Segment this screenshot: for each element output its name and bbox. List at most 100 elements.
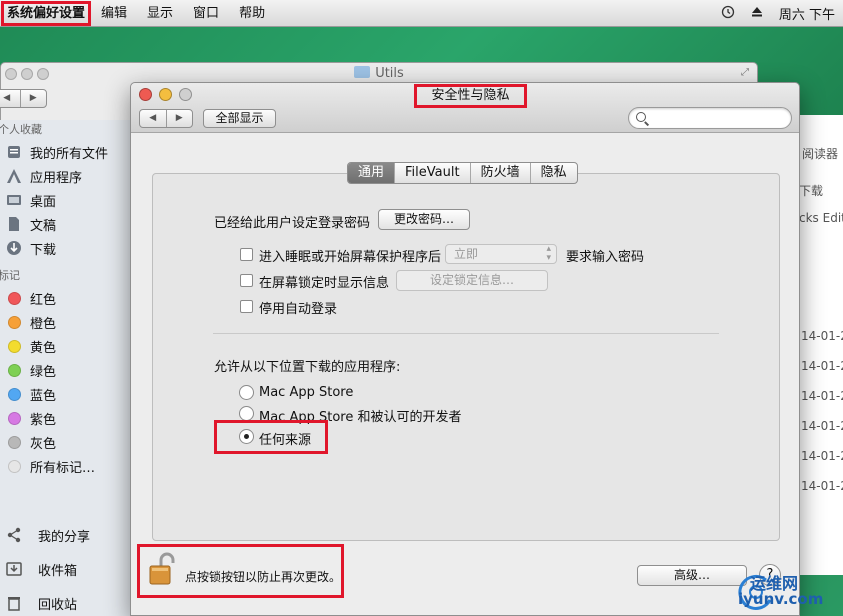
require-password-label: 进入睡眠或开始屏幕保护程序后 [259, 250, 442, 265]
sidebar-item-tag[interactable]: 橙色 [0, 310, 130, 334]
sidebar-item-tag[interactable]: 绿色 [0, 358, 130, 382]
sidebar-item-desktop[interactable]: 桌面 [0, 188, 130, 212]
folder-icon [354, 66, 371, 78]
sidebar-item-label: 回收站 [38, 597, 78, 613]
right-col-date: 14-01-25 [801, 479, 843, 493]
right-col-date: 14-01-25 [801, 449, 843, 463]
menu-help[interactable]: 帮助 [229, 0, 275, 27]
forward-icon[interactable]: ▶ [21, 90, 47, 107]
finder-zoom-button[interactable] [37, 68, 49, 80]
finder-minimize-button[interactable] [21, 68, 33, 80]
favorites-header: 个人收藏 [0, 123, 42, 136]
sidebar-item-tag[interactable]: 红色 [0, 286, 130, 310]
tab-general[interactable]: 通用 [348, 163, 396, 183]
require-password-suffix: 要求输入密码 [566, 250, 645, 265]
finder-close-button[interactable] [5, 68, 17, 80]
desktop-icon [6, 192, 22, 208]
sidebar-item-applications[interactable]: 应用程序 [0, 164, 130, 188]
advanced-button[interactable]: 高级… [637, 565, 747, 586]
watermark-line2: iyunv.com [738, 590, 824, 608]
sidebar-item-tag[interactable]: 紫色 [0, 406, 130, 430]
finder-nav-buttons[interactable]: ◀ ▶ [0, 89, 47, 108]
tag-color-dot-icon [8, 411, 21, 425]
back-icon[interactable]: ◀ [0, 90, 21, 107]
sidebar-item-documents[interactable]: 文稿 [0, 212, 130, 236]
tab-firewall[interactable]: 防火墙 [471, 163, 531, 183]
zoom-button[interactable] [179, 88, 192, 101]
eject-icon[interactable] [743, 6, 771, 22]
sidebar-item-sharing[interactable]: 我的分享 [0, 518, 130, 552]
menubar-status-area: 周六 下午 [713, 0, 843, 27]
radio-anywhere-label: 任何来源 [259, 433, 312, 448]
tab-filevault[interactable]: FileVault [395, 163, 471, 183]
sidebar-item-tag[interactable]: 黄色 [0, 334, 130, 358]
set-lock-message-button[interactable]: 设定锁定信息… [396, 270, 548, 291]
tab-bar: 通用 FileVault 防火墙 隐私 [347, 162, 578, 184]
finder-file-list: 阅读器 下载 cks Edition 14-01-25 14-01-25 14-… [798, 115, 843, 575]
close-button[interactable] [139, 88, 152, 101]
right-col-header: 阅读器 [802, 147, 839, 161]
tag-color-dot-icon [8, 339, 21, 353]
tag-color-dot-icon [8, 459, 21, 473]
applications-icon [6, 168, 22, 184]
back-icon[interactable]: ◀ [140, 110, 167, 127]
right-col-date: 14-01-25 [801, 329, 843, 343]
menu-app-name[interactable]: 系统偏好设置 [1, 0, 92, 26]
share-icon [6, 527, 22, 543]
trash-icon [6, 595, 22, 611]
forward-icon[interactable]: ▶ [167, 110, 193, 127]
right-col-date: 14-01-25 [801, 419, 843, 433]
require-password-delay-value: 立即 [454, 247, 479, 261]
time-machine-icon[interactable] [713, 5, 743, 23]
sidebar-item-label: 下载 [30, 242, 57, 258]
sidebar-item-label: 绿色 [30, 364, 57, 380]
documents-icon [6, 216, 22, 232]
tag-color-dot-icon [8, 435, 21, 449]
tag-list: 红色 橙色 黄色绿色蓝色紫色灰色所有标记… [0, 286, 130, 478]
require-password-delay-select[interactable]: 立即 ▴ ▾ [445, 244, 557, 264]
window-title: 安全性与隐私 [414, 84, 527, 108]
disable-autologin-label: 停用自动登录 [259, 302, 338, 317]
sidebar-item-all-files[interactable]: 我的所有文件 [0, 140, 130, 164]
sidebar-item-label: 紫色 [30, 412, 57, 428]
change-password-button[interactable]: 更改密码… [378, 209, 470, 230]
sidebar-item-trash[interactable]: 回收站 [0, 586, 130, 616]
finder-sidebar-bottom: 我的分享 收件箱 回收站 [0, 518, 130, 616]
password-set-label: 已经给此用户设定登录密码 [214, 216, 371, 231]
sidebar-item-inbox[interactable]: 收件箱 [0, 552, 130, 586]
lock-icon[interactable] [147, 552, 179, 586]
menu-view[interactable]: 显示 [137, 0, 183, 27]
tab-privacy[interactable]: 隐私 [531, 163, 577, 183]
fullscreen-icon[interactable]: ⤢ [741, 67, 749, 78]
show-all-button[interactable]: 全部显示 [203, 109, 276, 128]
popup-arrows-icon: ▴ ▾ [546, 244, 551, 263]
menu-window[interactable]: 窗口 [183, 0, 229, 27]
sidebar-item-downloads[interactable]: 下载 [0, 236, 130, 260]
menu-edit[interactable]: 编辑 [91, 0, 137, 27]
sidebar-item-label: 我的所有文件 [30, 146, 109, 162]
tag-color-dot-icon [8, 291, 21, 305]
sidebar-item-tag[interactable]: 蓝色 [0, 382, 130, 406]
search-field[interactable] [628, 107, 792, 129]
sidebar-item-label: 我的分享 [38, 529, 91, 545]
tags-header: 标记 [0, 269, 20, 282]
finder-sidebar: 个人收藏 我的所有文件 应用程序 桌面 文稿 下载 标记 红色 橙色 黄色绿色蓝色紫… [0, 120, 130, 520]
sidebar-item-tag[interactable]: 灰色 [0, 430, 130, 454]
tag-color-dot-icon [8, 363, 21, 377]
radio-identified-developers[interactable] [239, 406, 254, 421]
radio-mac-app-store[interactable] [239, 385, 254, 400]
menubar-clock[interactable]: 周六 下午 [771, 4, 843, 23]
radio-anywhere[interactable] [239, 429, 254, 444]
right-col-date: 14-01-25 [801, 389, 843, 403]
sidebar-item-label: 文稿 [30, 218, 57, 234]
sidebar-item-label: 所有标记… [30, 460, 96, 476]
require-password-checkbox[interactable] [240, 248, 253, 261]
sidebar-item-tag[interactable]: 所有标记… [0, 454, 130, 478]
tag-color-dot-icon [8, 387, 21, 401]
downloads-icon [6, 240, 22, 256]
right-col-item: 下载 [799, 184, 824, 198]
sidebar-item-label: 应用程序 [30, 170, 83, 186]
show-message-checkbox[interactable] [240, 274, 253, 287]
disable-autologin-checkbox[interactable] [240, 300, 253, 313]
minimize-button[interactable] [159, 88, 172, 101]
